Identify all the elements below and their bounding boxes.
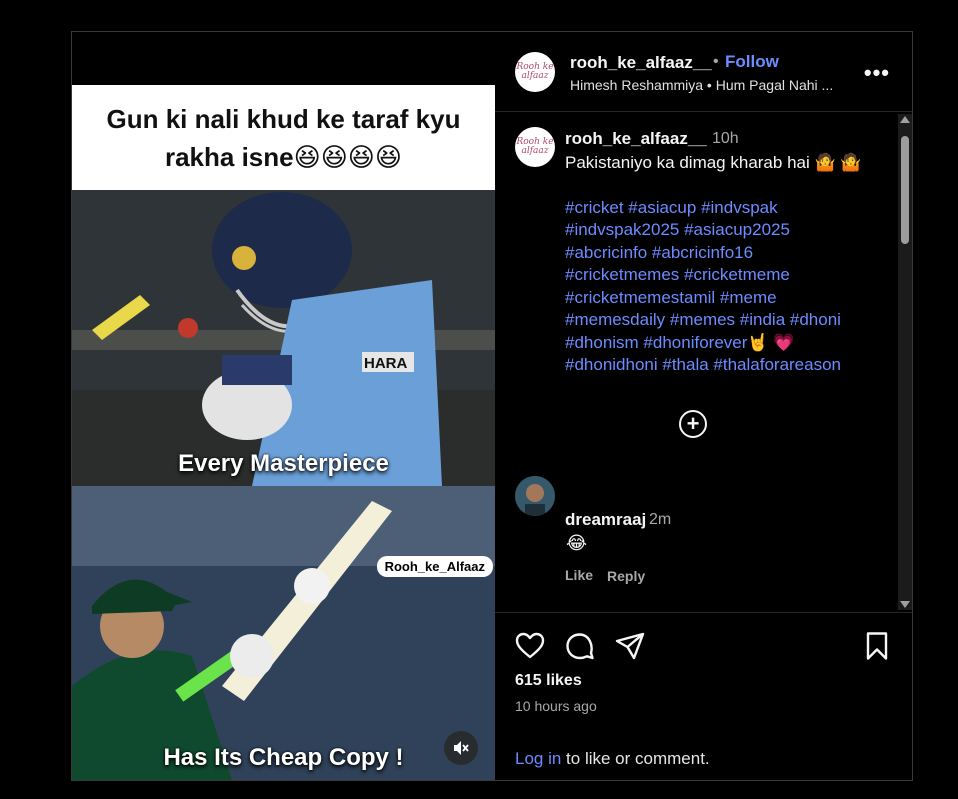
comment-like-button[interactable]: Like <box>565 567 593 583</box>
caption-time[interactable]: 10h <box>712 130 739 148</box>
separator-dot: • <box>713 53 719 70</box>
meme-caption-text: Gun ki nali khud ke taraf kyu rakha isne… <box>106 103 461 172</box>
comment-time[interactable]: 2m <box>649 511 671 529</box>
comment-text: 😂 <box>566 533 588 553</box>
hashtag-line[interactable]: #memesdaily #memes #india #dhoni <box>565 309 885 332</box>
hashtag-line[interactable]: #dhonidhoni #thala #thalaforareason <box>565 354 885 377</box>
save-button[interactable] <box>861 630 893 662</box>
post-timestamp[interactable]: 10 hours ago <box>515 698 597 714</box>
caption-body: Pakistaniyo ka dimag kharab hai 🤷 🤷 #cri… <box>565 152 885 377</box>
login-prompt: Log in to like or comment. <box>515 749 710 769</box>
comment-username[interactable]: dreamraaj <box>565 510 646 530</box>
login-prompt-text: to like or comment. <box>561 749 710 768</box>
likes-count[interactable]: 615 likes <box>515 672 582 690</box>
like-button[interactable] <box>514 630 546 662</box>
more-options-icon[interactable]: ••• <box>864 60 890 86</box>
hashtag-line[interactable]: #abcricinfo #abcricinfo16 <box>565 242 885 265</box>
bottom-panel-label: Has Its Cheap Copy ! <box>163 744 404 771</box>
hashtag-line[interactable]: #cricketmemestamil #meme <box>565 287 885 310</box>
post-modal: Gun ki nali khud ke taraf kyu rakha isne… <box>71 31 913 781</box>
author-username[interactable]: rooh_ke_alfaaz__ <box>570 53 712 73</box>
heart-icon <box>515 632 545 659</box>
speech-bubble-icon <box>566 633 594 660</box>
batsman-illustration-bottom <box>72 486 495 780</box>
brand-logo: Rooh ke alfaaz <box>516 62 554 81</box>
audio-link[interactable]: Himesh Reshammiya • Hum Pagal Nahi ... <box>570 77 833 93</box>
bookmark-icon <box>866 632 888 660</box>
caption-username[interactable]: rooh_ke_alfaaz__ <box>565 129 707 149</box>
login-link[interactable]: Log in <box>515 749 561 768</box>
comment-button[interactable] <box>564 630 596 662</box>
comments-list[interactable]: Rooh ke alfaaz rooh_ke_alfaaz__ 10h Paki… <box>495 112 898 612</box>
paper-plane-icon <box>615 632 645 660</box>
hashtag-line[interactable]: #cricket #asiacup #indvspak <box>565 197 885 220</box>
hashtag-list[interactable]: #cricket #asiacup #indvspak #indvspak202… <box>565 197 885 377</box>
post-header: Rooh ke alfaaz rooh_ke_alfaaz__ • Follow… <box>495 32 912 112</box>
post-details: Rooh ke alfaaz rooh_ke_alfaaz__ • Follow… <box>495 32 912 780</box>
author-avatar[interactable]: Rooh ke alfaaz <box>515 52 555 92</box>
watermark-tag: Rooh_ke_Alfaaz <box>376 556 493 577</box>
mute-button[interactable] <box>444 731 478 765</box>
caption-text: Pakistaniyo ka dimag kharab hai 🤷 🤷 <box>565 153 862 172</box>
person-photo-icon <box>515 476 555 516</box>
top-panel-label: Every Masterpiece <box>178 450 389 477</box>
scrollbar-thumb[interactable] <box>901 136 909 244</box>
scroll-up-arrow-icon[interactable] <box>900 116 910 123</box>
meme-bottom-panel: Rooh_ke_Alfaaz Has Its Cheap Copy ! <box>72 486 495 780</box>
scroll-down-arrow-icon[interactable] <box>900 601 910 608</box>
meme-top-panel: HARA Every Masterpiece <box>72 190 495 486</box>
follow-button[interactable]: Follow <box>725 52 779 72</box>
meme-caption-band: Gun ki nali khud ke taraf kyu rakha isne… <box>72 85 495 190</box>
load-more-comments-button[interactable]: + <box>679 410 707 438</box>
jersey-text: HARA <box>364 355 407 372</box>
brand-logo: Rooh ke alfaaz <box>516 137 554 156</box>
post-media[interactable]: Gun ki nali khud ke taraf kyu rakha isne… <box>72 32 495 780</box>
comments-scrollbar[interactable] <box>898 114 912 610</box>
batsman-illustration-top: HARA <box>72 190 495 486</box>
commenter-avatar[interactable] <box>515 476 555 516</box>
comment-reply-button[interactable]: Reply <box>607 568 645 584</box>
post-actions: 615 likes 10 hours ago Log in to like or… <box>495 612 912 781</box>
caption-avatar[interactable]: Rooh ke alfaaz <box>515 127 555 167</box>
share-button[interactable] <box>614 630 646 662</box>
hashtag-line[interactable]: #dhonism #dhoniforever🤘 💗 <box>565 332 885 355</box>
hashtag-line[interactable]: #indvspak2025 #asiacup2025 <box>565 219 885 242</box>
hashtag-line[interactable]: #cricketmemes #cricketmeme <box>565 264 885 287</box>
speaker-muted-icon <box>454 741 469 755</box>
